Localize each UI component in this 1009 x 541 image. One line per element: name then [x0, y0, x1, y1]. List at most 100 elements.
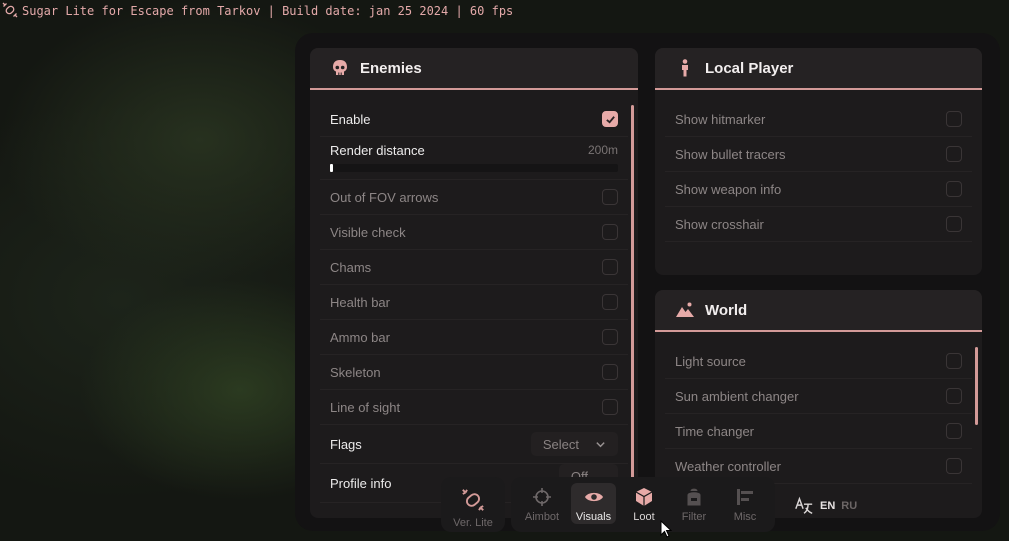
crosshair-icon — [533, 488, 551, 506]
checkbox[interactable] — [946, 388, 962, 404]
enable-row[interactable]: Enable — [320, 102, 628, 137]
world-title: World — [705, 301, 748, 319]
tab-dock: Aimbot Visuals Loot Filter Misc — [511, 477, 775, 532]
box-icon — [635, 488, 653, 506]
enemies-panel: Enemies Enable Render distance 200m Out … — [310, 48, 638, 518]
toggle-label: Line of sight — [330, 399, 401, 415]
toggle-label: Out of FOV arrows — [330, 189, 439, 205]
tab-loot[interactable]: Loot — [622, 483, 666, 524]
checkbox[interactable] — [602, 329, 618, 345]
checkbox[interactable] — [946, 146, 962, 162]
skull-icon — [330, 58, 350, 78]
check-icon — [605, 115, 615, 124]
render-distance-value: 200m — [587, 143, 618, 157]
toggle-row-out-of-fov-arrows[interactable]: Out of FOV arrows — [320, 180, 628, 215]
toggle-label: Time changer — [675, 423, 754, 439]
flags-dropdown-value: Select — [542, 436, 579, 452]
menu-window: Enemies Enable Render distance 200m Out … — [295, 33, 1000, 532]
version-label: Ver. Lite — [453, 517, 493, 529]
toggle-label: Skeleton — [330, 364, 381, 380]
toggle-row-show-hitmarker[interactable]: Show hitmarker — [665, 102, 972, 137]
language-ru[interactable]: RU — [841, 500, 857, 512]
profile-info-label: Profile info — [330, 475, 392, 491]
toggle-row-show-weapon-info[interactable]: Show weapon info — [665, 172, 972, 207]
toggle-row-line-of-sight[interactable]: Line of sight — [320, 390, 628, 425]
checkbox[interactable] — [946, 181, 962, 197]
version-item: Ver. Lite — [441, 487, 505, 529]
tab-visuals[interactable]: Visuals — [571, 483, 616, 524]
toggle-label: Sun ambient changer — [675, 388, 799, 404]
toggle-row-ammo-bar[interactable]: Ammo bar — [320, 320, 628, 355]
local-player-panel: Local Player Show hitmarker Show bullet … — [655, 48, 982, 275]
cursor-icon — [660, 520, 672, 538]
toggle-label: Show hitmarker — [675, 111, 766, 127]
eye-icon — [584, 492, 603, 502]
toggle-row-health-bar[interactable]: Health bar — [320, 285, 628, 320]
flags-row: Flags Select — [320, 425, 628, 464]
backpack-icon — [687, 488, 701, 506]
render-distance-row: Render distance 200m — [320, 137, 628, 180]
enable-label: Enable — [330, 111, 371, 127]
sliders-icon — [737, 489, 753, 505]
mountains-icon — [675, 300, 695, 320]
world-header: World — [655, 290, 982, 332]
toggle-row-chams[interactable]: Chams — [320, 250, 628, 285]
tab-misc[interactable]: Misc — [722, 483, 768, 524]
toggle-label: Weather controller — [675, 458, 781, 474]
overlay-title-bar: Sugar Lite for Escape from Tarkov | Buil… — [0, 2, 513, 20]
candy-icon — [462, 489, 484, 511]
toggle-label: Health bar — [330, 294, 390, 310]
local-player-header: Local Player — [655, 48, 982, 90]
local-player-settings-list: Show hitmarker Show bullet tracers Show … — [655, 90, 982, 242]
checkbox[interactable] — [946, 216, 962, 232]
toggle-label: Chams — [330, 259, 372, 275]
translate-icon — [795, 496, 813, 514]
tab-label: Filter — [681, 511, 707, 523]
checkbox[interactable] — [946, 423, 962, 439]
render-distance-slider-handle[interactable] — [330, 164, 333, 172]
toggle-label: Visible check — [330, 224, 406, 240]
render-distance-slider[interactable] — [330, 164, 618, 172]
flags-label: Flags — [330, 436, 362, 452]
person-icon — [675, 58, 695, 78]
tab-filter[interactable]: Filter — [672, 483, 716, 524]
version-dock: Ver. Lite — [441, 477, 505, 532]
tab-label: Loot — [633, 511, 655, 523]
world-scrollbar[interactable] — [975, 347, 978, 425]
enemies-settings-list: Enable Render distance 200m Out of FOV a… — [310, 90, 638, 503]
toggle-row-sun-ambient-changer[interactable]: Sun ambient changer — [665, 379, 972, 414]
checkbox[interactable] — [946, 353, 962, 369]
toggle-row-time-changer[interactable]: Time changer — [665, 414, 972, 449]
render-distance-label: Render distance — [330, 143, 425, 158]
overlay-title: Sugar Lite for Escape from Tarkov | Buil… — [22, 4, 514, 18]
checkbox[interactable] — [602, 364, 618, 380]
checkbox[interactable] — [946, 458, 962, 474]
toggle-row-light-source[interactable]: Light source — [665, 344, 972, 379]
enemies-header: Enemies — [310, 48, 638, 90]
language-en[interactable]: EN — [820, 500, 835, 512]
checkbox[interactable] — [602, 294, 618, 310]
local-player-title: Local Player — [705, 59, 794, 77]
checkbox[interactable] — [946, 111, 962, 127]
checkbox[interactable] — [602, 399, 618, 415]
tab-aimbot[interactable]: Aimbot — [515, 483, 569, 524]
chevron-down-icon — [596, 441, 605, 447]
checkbox[interactable] — [602, 189, 618, 205]
toggle-label: Show weapon info — [675, 181, 782, 197]
toggle-row-show-bullet-tracers[interactable]: Show bullet tracers — [665, 137, 972, 172]
checkbox[interactable] — [602, 224, 618, 240]
enable-checkbox[interactable] — [602, 111, 618, 127]
enemies-scrollbar[interactable] — [631, 105, 634, 518]
toggle-row-visible-check[interactable]: Visible check — [320, 215, 628, 250]
flags-dropdown[interactable]: Select — [530, 432, 618, 456]
tab-label: Aimbot — [524, 511, 560, 523]
toggle-row-skeleton[interactable]: Skeleton — [320, 355, 628, 390]
checkbox[interactable] — [602, 259, 618, 275]
language-switcher: EN RU — [794, 496, 857, 516]
tab-label: Misc — [733, 511, 757, 523]
toggle-label: Light source — [675, 353, 746, 369]
toggle-label: Show crosshair — [675, 216, 764, 232]
toggle-row-show-crosshair[interactable]: Show crosshair — [665, 207, 972, 242]
candy-icon — [2, 2, 18, 21]
world-settings-list: Light source Sun ambient changer Time ch… — [655, 332, 982, 484]
